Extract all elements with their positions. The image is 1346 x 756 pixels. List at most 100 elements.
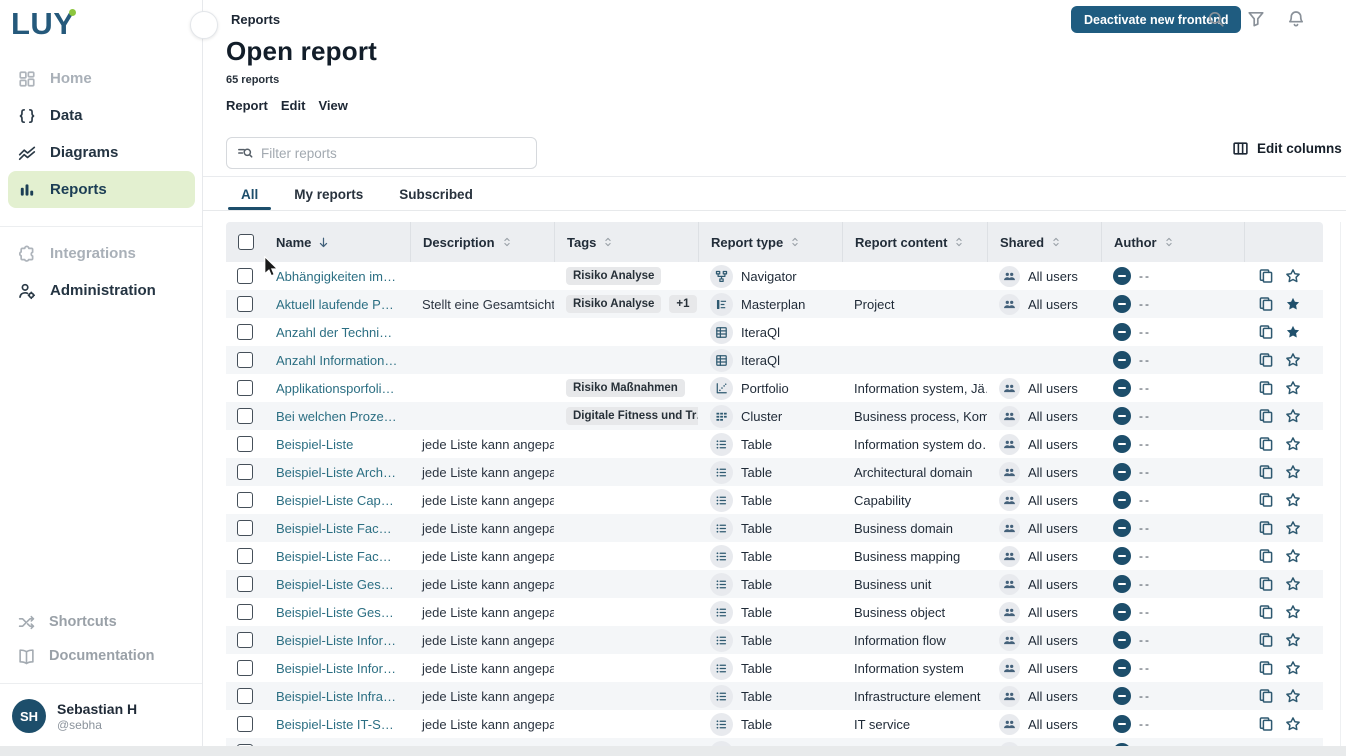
copy-icon[interactable] [1258,576,1274,592]
row-checkbox[interactable] [237,408,253,424]
report-name-link[interactable]: Aktuell laufende Projek… [276,297,398,312]
row-checkbox[interactable] [237,716,253,732]
report-name-link[interactable]: Beispiel-Liste Fachlich… [276,521,398,536]
filter-reports-box[interactable] [226,137,537,169]
star-icon[interactable] [1285,408,1301,424]
report-name-link[interactable]: Beispiel-Liste Capability [276,493,398,508]
row-checkbox[interactable] [237,296,253,312]
sidebar-item-shortcuts[interactable]: Shortcuts [8,605,195,639]
menu-item-edit[interactable]: Edit [281,98,306,113]
row-checkbox[interactable] [237,576,253,592]
sidebar-item-home[interactable]: Home [8,60,195,97]
tab-subscribed[interactable]: Subscribed [381,178,491,210]
report-name-link[interactable]: Beispiel-Liste Geschäft… [276,577,398,592]
column-header-name[interactable]: Name [264,222,410,262]
column-header-author[interactable]: Author [1101,222,1244,262]
filter-reports-input[interactable] [259,145,526,162]
copy-icon[interactable] [1258,520,1274,536]
copy-icon[interactable] [1258,408,1274,424]
filter-icon[interactable] [1247,10,1265,28]
report-name-link[interactable]: Beispiel-Liste IT-Servic… [276,717,398,732]
user-block[interactable]: SH Sebastian H @sebha [12,699,137,733]
tab-my-reports[interactable]: My reports [276,178,381,210]
star-icon[interactable] [1285,436,1301,452]
row-checkbox[interactable] [237,324,253,340]
column-header-tags[interactable]: Tags [554,222,698,262]
row-checkbox[interactable] [237,464,253,480]
copy-icon[interactable] [1258,548,1274,564]
row-checkbox[interactable] [237,520,253,536]
column-header-report-content[interactable]: Report content [842,222,987,262]
copy-icon[interactable] [1258,632,1274,648]
sidebar-item-data[interactable]: Data [8,97,195,134]
report-name-link[interactable]: Anzahl der Technische… [276,325,398,340]
copy-icon[interactable] [1258,688,1274,704]
star-icon[interactable] [1285,716,1301,732]
luy-logo[interactable]: LUY [11,6,75,42]
report-name-link[interactable]: Beispiel-Liste Geschäft… [276,605,398,620]
row-checkbox[interactable] [237,436,253,452]
row-checkbox[interactable] [237,688,253,704]
column-header-report-type[interactable]: Report type [698,222,842,262]
row-checkbox[interactable] [237,492,253,508]
report-name-link[interactable]: Beispiel-Liste [276,437,353,452]
report-name-link[interactable]: Beispiel-Liste Infrastru… [276,689,398,704]
tab-all[interactable]: All [223,178,276,210]
star-icon[interactable] [1285,632,1301,648]
copy-icon[interactable] [1258,324,1274,340]
table-scrollbar-track[interactable] [1340,222,1341,746]
copy-icon[interactable] [1258,380,1274,396]
star-icon[interactable] [1285,688,1301,704]
star-icon[interactable] [1285,352,1301,368]
report-name-link[interactable]: Bei welchen Prozessen… [276,409,398,424]
report-name-link[interactable]: Beispiel-Liste Informati… [276,633,398,648]
row-checkbox[interactable] [237,632,253,648]
column-header-shared[interactable]: Shared [987,222,1101,262]
star-icon[interactable] [1285,660,1301,676]
sidebar-item-documentation[interactable]: Documentation [8,639,195,673]
menu-item-report[interactable]: Report [226,98,268,113]
star-icon[interactable] [1285,268,1301,284]
row-checkbox[interactable] [237,604,253,620]
report-name-link[interactable]: Applikationsporfolio Ü… [276,381,398,396]
row-checkbox[interactable] [237,380,253,396]
row-checkbox[interactable] [237,548,253,564]
row-checkbox[interactable] [237,352,253,368]
star-icon[interactable] [1285,548,1301,564]
sidebar-item-reports[interactable]: Reports [8,171,195,208]
report-name-link[interactable]: Beispiel-Liste Architekt… [276,465,398,480]
star-icon[interactable] [1285,492,1301,508]
notifications-bell-icon[interactable] [1287,10,1305,28]
copy-icon[interactable] [1258,716,1274,732]
star-icon[interactable] [1285,380,1301,396]
sidebar-item-diagrams[interactable]: Diagrams [8,134,195,171]
sidebar-item-integrations[interactable]: Integrations [8,235,195,272]
copy-icon[interactable] [1258,660,1274,676]
copy-icon[interactable] [1258,492,1274,508]
select-all-checkbox[interactable] [238,234,254,250]
copy-icon[interactable] [1258,268,1274,284]
star-icon[interactable] [1285,324,1301,340]
star-icon[interactable] [1285,520,1301,536]
user-avatar[interactable]: SH [12,699,46,733]
star-icon[interactable] [1285,464,1301,480]
report-name-link[interactable]: Beispiel-Liste Fachlich… [276,549,398,564]
star-icon[interactable] [1285,576,1301,592]
copy-icon[interactable] [1258,604,1274,620]
report-name-link[interactable]: Abhängigkeiten im Kon… [276,269,398,284]
copy-icon[interactable] [1258,436,1274,452]
star-icon[interactable] [1285,296,1301,312]
edit-columns-button[interactable]: Edit columns [1232,140,1342,157]
copy-icon[interactable] [1258,352,1274,368]
sidebar-collapse-button[interactable] [190,11,218,39]
report-name-link[interactable]: Beispiel-Liste Informati… [276,661,398,676]
horizontal-scrollbar-track[interactable] [0,746,1346,756]
copy-icon[interactable] [1258,296,1274,312]
row-checkbox[interactable] [237,660,253,676]
column-header-description[interactable]: Description [410,222,554,262]
sidebar-item-administration[interactable]: Administration [8,272,195,309]
row-checkbox[interactable] [237,268,253,284]
report-name-link[interactable]: Anzahl Informationssy… [276,353,398,368]
search-icon[interactable] [1207,10,1225,28]
copy-icon[interactable] [1258,464,1274,480]
